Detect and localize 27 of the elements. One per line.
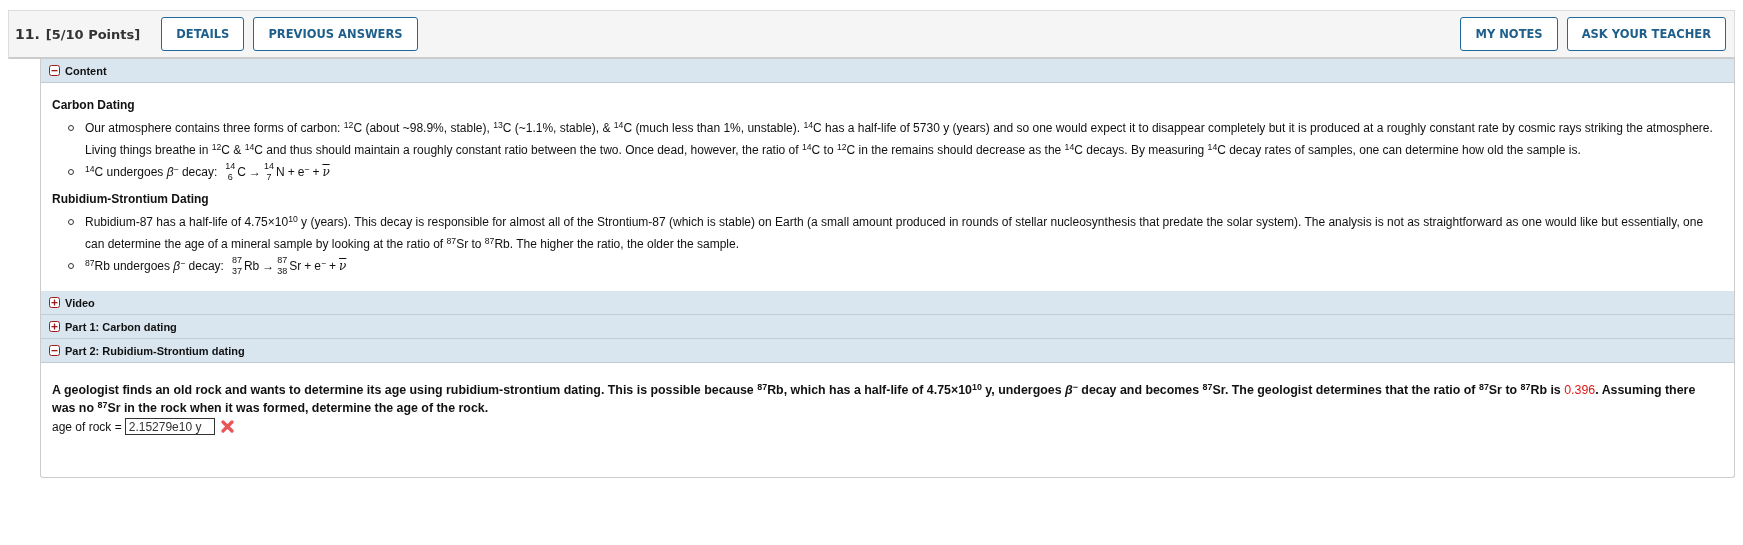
bullet-text: $^{87}$Rb undergoes β$^{−}$ decay: [85, 256, 224, 275]
section-header[interactable]: Part 2: Rubidium-Strontium dating [41, 339, 1734, 363]
section-title: Video [65, 296, 95, 309]
question-text: A geologist finds an old rock and wants to determine its age using rubidium-strontium dating. This is possible because $^{87}$Rb, which has a half-life of 4.75×10$^{10}$ y, undergoes β$^{−}$ decay and becomes $^{87}$Sr. The geologist determines that the ratio of $^{87}$Sr to $^{87}$Rb is 0.396. Assuming there was no $^{87}$Sr in the rock when it was formed, determine the age of the rock. [52, 381, 1697, 417]
section-header[interactable]: Video [41, 291, 1734, 315]
answer-field[interactable]: 2.15279e10 y [124, 418, 215, 435]
section-header[interactable]: Content [41, 59, 1734, 83]
header-button[interactable]: PREVIOUS ANSWERS [253, 17, 418, 51]
section-title: Part 2: Rubidium-Strontium dating [65, 344, 245, 357]
collapse-icon[interactable] [49, 345, 60, 356]
header-button[interactable]: MY NOTES [1460, 17, 1558, 51]
header-button[interactable]: DETAILS [161, 17, 245, 51]
collapse-icon[interactable] [49, 65, 60, 76]
expand-icon[interactable] [49, 297, 60, 308]
section-header[interactable]: Part 1: Carbon dating [41, 315, 1734, 339]
header-button[interactable]: ASK YOUR TEACHER [1566, 17, 1726, 51]
section-heading: Rubidium-Strontium Dating [52, 192, 210, 206]
bullet-text: Our atmosphere contains three forms of carbon: $^{12}$C (about ~98.9%, stable), $^{13}$C (~1.1%, stable), & $^{14}$C (much less than 1%, unstable). $^{14}$C has a half-life of 5730 y (years) and so one would expect it to disappear completely but it is produced at a roughly constant rate by cosmic rays striking the atmosphere. Living things breathe in $^{12}$C & $^{14}$C and thus should maintain a roughly constant ratio between the two. Once dead, however, the ratio of $^{14}$C to $^{12}$C in the remains should decrease as the $^{14}$C decays. By measuring $^{14}$C decay rates of samples, one can determine how old the sample is. [85, 118, 1714, 159]
section-title: Content [65, 64, 107, 77]
section-title: Part 1: Carbon dating [65, 320, 177, 333]
bullet-text: Rubidium-87 has a half-life of 4.75×10$^{10}$ y (years). This decay is responsible for almost all of the Strontium-87 (which is stable) on Earth (a small amount produced in rounds of stellar nucleosynthesis that predate the solar system). The analysis is not as straightforward as one would like but essentially, one can determine the age of a mineral sample by looking at the ratio of $^{87}$Sr to $^{87}$Rb. The higher the ratio, the older the sample. [85, 212, 1705, 253]
expand-icon[interactable] [49, 321, 60, 332]
points-label: [5/10 Points] [45, 26, 141, 42]
question-number: 11. [15, 26, 40, 42]
section-heading: Carbon Dating [52, 98, 136, 112]
bullet-text: $^{14}$C undergoes β$^{−}$ decay: [85, 162, 218, 181]
answer-label: age of rock = [52, 419, 122, 434]
